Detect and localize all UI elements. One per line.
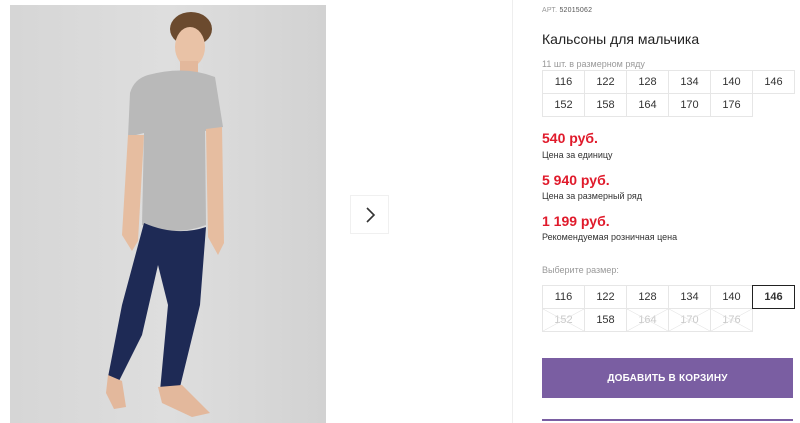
product-photo-image [10, 5, 326, 423]
product-title: Кальсоны для мальчика [542, 31, 700, 47]
size-option[interactable]: 140 [710, 285, 753, 309]
size-option-unavailable: 176 [710, 308, 753, 332]
product-info: АРТ. 52015062 Кальсоны для мальчика 11 ш… [542, 0, 800, 423]
product-photo [10, 5, 326, 423]
article-number: АРТ. 52015062 [542, 7, 592, 14]
add-to-cart-button[interactable]: ДОБАВИТЬ В КОРЗИНУ [542, 358, 793, 398]
size-option[interactable]: 158 [584, 308, 627, 332]
size-option-unavailable: 152 [542, 308, 585, 332]
article-code: 52015062 [559, 7, 593, 14]
article-label: АРТ. [542, 7, 558, 14]
unit-price-label: Цена за единицу [542, 150, 613, 160]
pack-size-cell: 152 [542, 93, 585, 117]
pack-size-cell: 164 [626, 93, 669, 117]
retail-price-label: Рекомендуемая розничная цена [542, 232, 678, 242]
pack-size-cell: 158 [584, 93, 627, 117]
chevron-right-icon [365, 206, 375, 223]
pack-size-cell: 134 [668, 70, 711, 94]
pack-price-label: Цена за размерный ряд [542, 191, 643, 201]
size-option[interactable]: 116 [542, 285, 585, 309]
pack-price: 5 940 руб. [542, 172, 610, 188]
retail-price: 1 199 руб. [542, 213, 610, 229]
size-option[interactable]: 128 [626, 285, 669, 309]
pack-size-cell: 122 [584, 70, 627, 94]
product-gallery [0, 0, 513, 423]
pack-size-cell: 170 [668, 93, 711, 117]
pack-size-cell: 128 [626, 70, 669, 94]
size-option-unavailable: 170 [668, 308, 711, 332]
choose-size-label: Выберите размер: [542, 265, 619, 275]
secondary-button[interactable] [542, 419, 793, 423]
next-image-button[interactable] [350, 195, 389, 234]
size-selector: 116 122 128 134 140 146 152 158 164 170 176 [542, 285, 795, 332]
unit-price: 540 руб. [542, 130, 598, 146]
size-option[interactable]: 134 [668, 285, 711, 309]
pack-note: 11 шт. в размерном ряду [542, 59, 645, 69]
pack-size-cell: 146 [752, 70, 795, 94]
pack-size-grid: 116 122 128 134 140 146 152 158 164 170 … [542, 70, 795, 117]
size-option[interactable]: 122 [584, 285, 627, 309]
pack-size-cell: 176 [710, 93, 753, 117]
pack-size-cell: 140 [710, 70, 753, 94]
pack-size-cell: 116 [542, 70, 585, 94]
size-option[interactable]: 146 [752, 285, 795, 309]
size-option-unavailable: 164 [626, 308, 669, 332]
